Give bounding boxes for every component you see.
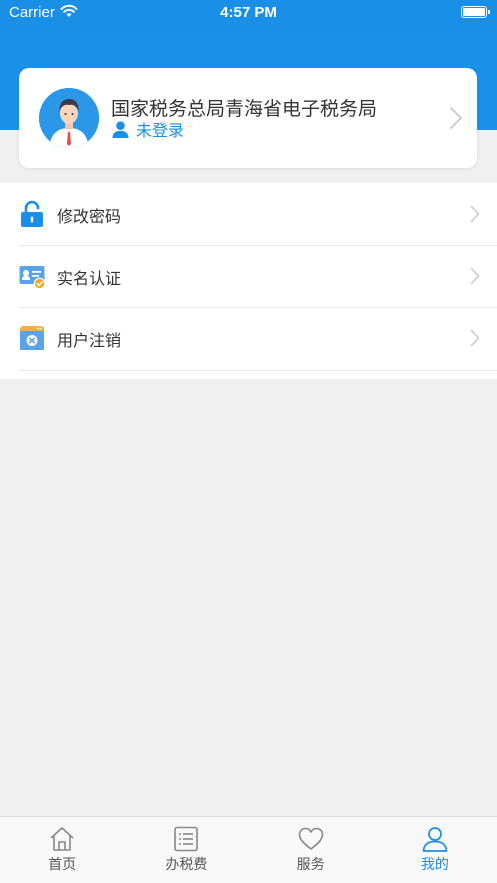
tab-mine[interactable]: 我的 xyxy=(373,817,497,883)
screen: Carrier 4:57 PM 国家税务总局青海省电子税务局 未登录 修改密码 … xyxy=(0,0,497,883)
tab-label: 我的 xyxy=(420,857,449,873)
tab-label: 首页 xyxy=(48,857,77,873)
profile-card[interactable]: 国家税务总局青海省电子税务局 未登录 xyxy=(19,68,477,168)
person-icon xyxy=(422,827,448,852)
tab-bar: 首页 办税费 服务 我的 xyxy=(0,816,497,883)
battery-icon xyxy=(461,6,490,18)
id-card-icon xyxy=(19,266,45,290)
chevron-right-icon xyxy=(450,107,462,129)
menu-label: 修改密码 xyxy=(57,207,122,226)
chevron-right-icon xyxy=(470,329,480,347)
login-status-text: 未登录 xyxy=(136,121,185,140)
login-status[interactable]: 未登录 xyxy=(111,119,185,140)
menu-label: 实名认证 xyxy=(57,269,122,288)
status-time: 4:57 PM xyxy=(220,4,277,21)
menu-label: 用户注销 xyxy=(57,331,122,350)
tab-label: 服务 xyxy=(296,857,325,873)
menu-item-change-password[interactable]: 修改密码 xyxy=(0,183,497,245)
menu-item-cancel-account[interactable]: 用户注销 xyxy=(0,307,497,371)
home-icon xyxy=(50,827,74,851)
person-icon xyxy=(112,120,129,138)
menu-item-real-name-auth[interactable]: 实名认证 xyxy=(0,245,497,307)
lock-icon xyxy=(21,200,43,227)
chevron-right-icon xyxy=(470,267,480,285)
list-icon xyxy=(174,826,199,852)
tab-label: 办税费 xyxy=(165,857,208,873)
settings-menu: 修改密码 实名认证 用户注销 xyxy=(0,183,497,379)
user-avatar-icon xyxy=(39,88,99,148)
status-bar: Carrier 4:57 PM xyxy=(0,0,497,26)
tab-service[interactable]: 服务 xyxy=(249,817,373,883)
tab-tax[interactable]: 办税费 xyxy=(124,817,248,883)
chevron-right-icon xyxy=(470,205,480,223)
tab-home[interactable]: 首页 xyxy=(0,817,124,883)
cancel-account-icon xyxy=(20,326,44,350)
heart-icon xyxy=(298,827,323,850)
